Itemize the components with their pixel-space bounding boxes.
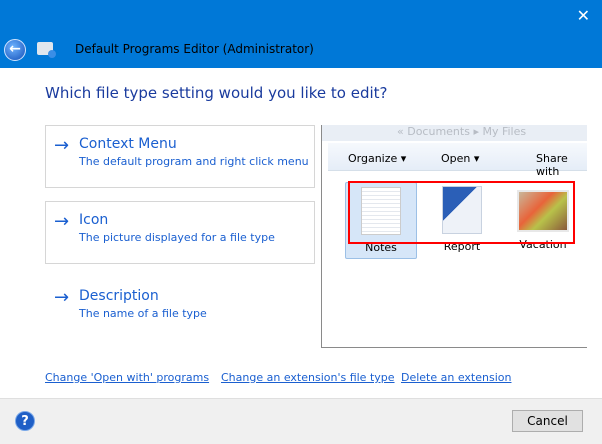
- delete-extension-link[interactable]: Delete an extension: [401, 371, 511, 384]
- highlight-box: [348, 181, 575, 244]
- back-button[interactable]: ←: [4, 39, 26, 61]
- preview-share: Share with: [536, 152, 568, 178]
- close-button[interactable]: ✕: [577, 6, 590, 25]
- arrow-right-icon: →: [54, 211, 70, 232]
- option-desc: The picture displayed for a file type: [79, 231, 275, 244]
- preview-open: Open ▾: [441, 152, 480, 165]
- cancel-button[interactable]: Cancel: [512, 410, 583, 432]
- option-title: Context Menu: [79, 136, 177, 152]
- preview-organize: Organize ▾: [348, 152, 407, 165]
- preview-toolbar: Organize ▾ Open ▾ Share with: [328, 143, 587, 178]
- option-desc: The name of a file type: [79, 307, 207, 320]
- page-heading: Which file type setting would you like t…: [45, 84, 388, 102]
- preview-image: « Documents ▸ My Files Organize ▾ Open ▾…: [321, 125, 587, 348]
- footer: ? Cancel: [0, 398, 602, 444]
- help-icon[interactable]: ?: [15, 411, 35, 431]
- preview-address-bar: « Documents ▸ My Files: [322, 125, 587, 141]
- option-title: Icon: [79, 212, 109, 228]
- window-title: Default Programs Editor (Administrator): [75, 42, 314, 56]
- option-description[interactable]: → Description The name of a file type: [45, 277, 315, 340]
- app-icon: [37, 42, 56, 58]
- option-context-menu[interactable]: → Context Menu The default program and r…: [45, 125, 315, 188]
- change-open-with-link[interactable]: Change 'Open with' programs: [45, 371, 209, 384]
- option-title: Description: [79, 288, 159, 304]
- option-icon[interactable]: → Icon The picture displayed for a file …: [45, 201, 315, 264]
- arrow-right-icon: →: [54, 135, 70, 156]
- change-extension-file-type-link[interactable]: Change an extension's file type: [221, 371, 395, 384]
- option-desc: The default program and right click menu: [79, 155, 309, 168]
- arrow-right-icon: →: [54, 287, 70, 308]
- title-bar: ✕ ← Default Programs Editor (Administrat…: [0, 0, 602, 68]
